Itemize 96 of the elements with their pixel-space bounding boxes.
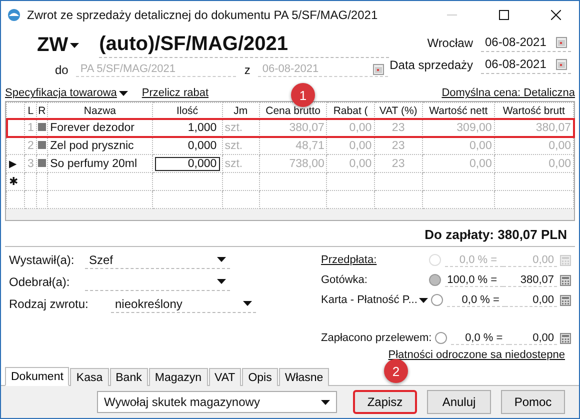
table-cell: 0,00 (326, 154, 374, 173)
table-cell-text: 0,000 (186, 138, 218, 153)
field-label: Wrocław (427, 36, 473, 50)
table-cell: 0,00 (494, 154, 574, 173)
percent-field[interactable]: 0,0 % = (447, 294, 506, 306)
calendar-icon[interactable] (556, 36, 567, 48)
tab[interactable]: Kasa (70, 368, 109, 386)
field-label: Odebrał(a): (9, 275, 71, 289)
combo-field[interactable]: nieokreślony (111, 295, 256, 313)
calculator-icon[interactable] (560, 294, 571, 306)
table-cell: 0,00 (422, 154, 494, 173)
column-header[interactable]: Ilość (152, 102, 222, 119)
radio-button[interactable] (429, 274, 441, 286)
calendar-icon[interactable] (373, 64, 384, 74)
source-date-field: 06-08-2021 (258, 62, 388, 77)
total-amount: Do zapłaty: 380,07 PLN (5, 221, 575, 247)
action-select[interactable]: Wywołaj skutek magazynowy (97, 391, 337, 413)
tab[interactable]: Dokument (5, 367, 70, 386)
caret-icon (321, 400, 330, 404)
date-field[interactable]: 06-08-2021 (481, 55, 571, 74)
payment-label: Gotówka: (321, 274, 368, 286)
status-square-icon (38, 122, 46, 131)
quantity-field[interactable]: 0,000 (154, 156, 220, 171)
caret-icon (243, 301, 252, 306)
field-label: Rodzaj zwrotu: (9, 297, 90, 311)
field-label: z (244, 62, 250, 76)
table-cell: 0,00 (494, 136, 574, 155)
combo-field[interactable]: Szef (85, 251, 230, 269)
row-indicator: ▶ (6, 154, 25, 173)
default-price-link[interactable]: Domyślna cena: Detaliczna (442, 87, 575, 100)
window-title: Zwrot ze sprzedaży detalicznej do dokumentu PA 5/SF/MAG/2021 (27, 8, 379, 22)
amount-field[interactable]: 380,07 (503, 274, 557, 286)
column-header[interactable]: Wartość nett (422, 102, 494, 119)
column-header[interactable]: R (36, 102, 48, 119)
payment-method-dropdown[interactable]: Karta - Płatność P... (321, 294, 432, 306)
column-header[interactable]: Rabat ( (326, 102, 374, 119)
table-cell: szt. (222, 118, 260, 137)
close-icon[interactable] (551, 10, 561, 20)
caret-icon (70, 43, 80, 48)
maximize-icon[interactable] (499, 10, 509, 20)
table-cell: 2 (24, 136, 36, 155)
new-row-indicator: ✱ (6, 172, 25, 191)
dialog-button[interactable]: Pomoc (501, 390, 565, 414)
column-header[interactable]: VAT (%) (374, 102, 422, 119)
tab[interactable]: Własne (278, 368, 330, 386)
status-square-icon (38, 158, 46, 167)
deferred-payments-link[interactable]: Płatności odroczone sa niedostepne (388, 349, 565, 361)
recalculate-discount-link[interactable]: Przelicz rabat (142, 87, 209, 100)
tab[interactable]: Magazyn (148, 368, 208, 386)
app-logo-icon (7, 8, 21, 22)
dialog-button[interactable]: Zapisz (353, 390, 417, 414)
table-cell: szt. (222, 154, 260, 173)
table-cell: 738,00 (259, 154, 327, 173)
calculator-icon[interactable] (560, 274, 571, 286)
payment-label: Zapłacono przelewem: (321, 332, 433, 344)
tab[interactable]: Bank (110, 368, 148, 386)
caret-icon (217, 257, 226, 262)
table-cell-text: 1,000 (186, 120, 218, 135)
caret-icon (217, 279, 226, 284)
field-label: Data sprzedaży (390, 58, 473, 72)
amount-field[interactable]: 0,00 (505, 294, 557, 306)
specification-menu[interactable]: Specyfikacja towarowa (5, 87, 128, 100)
document-type-dropdown[interactable]: ZW (37, 34, 80, 57)
status-square-icon (38, 140, 46, 149)
table-cell: 23 (374, 154, 422, 173)
table-cell: Zel pod prysznic (48, 136, 152, 155)
radio-button[interactable] (431, 294, 444, 306)
calculator-icon[interactable] (560, 332, 571, 344)
table-cell: 3 (24, 154, 36, 173)
table-cell: So perfumy 20ml (48, 154, 152, 173)
annotation-badge: 1 (291, 83, 315, 107)
column-header[interactable]: Wartość brutt (494, 102, 574, 119)
document-number: (auto)/SF/MAG/2021 (99, 33, 390, 58)
tab[interactable]: VAT (208, 368, 242, 386)
caret-icon (419, 298, 428, 302)
calendar-icon[interactable] (556, 58, 567, 70)
column-header[interactable]: Nazwa (48, 102, 152, 119)
field-label: Wystawił(a): (9, 253, 76, 267)
amount-field[interactable]: 0,00 (508, 332, 557, 344)
table-cell: 0,00 (422, 136, 494, 155)
table-cell: 48,71 (259, 136, 327, 155)
table-cell: 0,00 (326, 136, 374, 155)
date-field[interactable]: 06-08-2021 (481, 33, 571, 52)
caret-icon (118, 90, 128, 96)
radio-button[interactable] (434, 332, 447, 344)
tab[interactable]: Opis (242, 368, 278, 386)
table-cell: 23 (374, 136, 422, 155)
field-label: do (55, 62, 68, 76)
percent-field[interactable]: 0,0 % = (450, 332, 509, 344)
column-header[interactable]: Jm (222, 102, 260, 119)
dialog-button[interactable]: Anuluj (427, 390, 491, 414)
column-header[interactable]: L (24, 102, 36, 119)
table-cell: szt. (222, 136, 260, 155)
annotation-badge: 2 (384, 359, 408, 383)
source-document-field: PA 5/SF/MAG/2021 (76, 62, 236, 77)
percent-field[interactable]: 100,0 % = (445, 274, 503, 286)
